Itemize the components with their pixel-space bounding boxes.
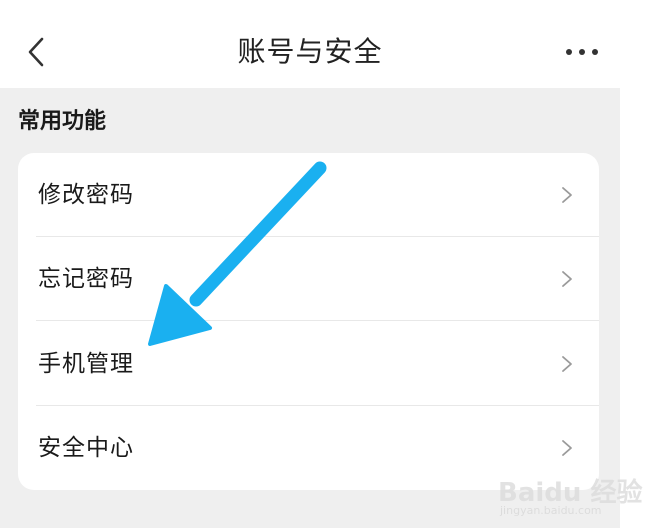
settings-card: 修改密码 忘记密码 手机管理 安全中心	[18, 153, 599, 490]
menu-item-phone-management[interactable]: 手机管理	[18, 322, 599, 406]
baidu-watermark: Baidu 经验 jingyan.baidu.com	[494, 456, 644, 526]
menu-item-label: 手机管理	[38, 351, 134, 377]
more-button[interactable]	[558, 32, 606, 72]
chevron-right-icon	[562, 187, 572, 203]
page-title: 账号与安全	[237, 35, 383, 68]
menu-item-label: 修改密码	[38, 182, 134, 208]
more-horizontal-icon	[566, 49, 598, 55]
watermark-url: jingyan.baidu.com	[500, 504, 602, 517]
divider	[36, 320, 599, 321]
chevron-right-icon	[562, 271, 572, 287]
menu-item-forgot-password[interactable]: 忘记密码	[18, 237, 599, 321]
chevron-right-icon	[562, 440, 572, 456]
menu-item-change-password[interactable]: 修改密码	[18, 153, 599, 237]
section-title: 常用功能	[18, 109, 107, 134]
nav-bar: 账号与安全	[0, 0, 620, 88]
menu-item-label: 安全中心	[38, 435, 134, 461]
menu-item-label: 忘记密码	[38, 266, 134, 292]
app-screen: 账号与安全 常用功能 修改密码 忘记密码 手机管理 安全中心	[0, 0, 620, 528]
chevron-right-icon	[562, 356, 572, 372]
